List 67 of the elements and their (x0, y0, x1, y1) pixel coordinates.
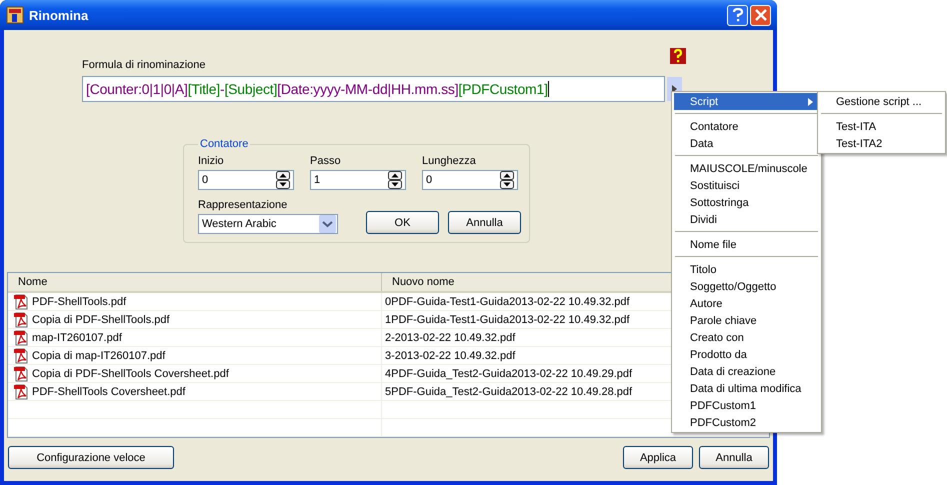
new-file-name: 4PDF-Guida_Test2-Guida2013-02-22 10.49.29.pdf (385, 368, 632, 380)
menu-item[interactable]: Test-ITA2 (820, 135, 943, 152)
field-label: Inizio (198, 154, 225, 168)
menu-item[interactable]: Parole chiave (674, 312, 819, 329)
menu-item[interactable]: Gestione script ... (820, 93, 943, 110)
field-label: Lunghezza (422, 154, 477, 168)
close-button[interactable] (750, 4, 771, 26)
menu-item[interactable]: Data di creazione (674, 363, 819, 380)
spinner-icon[interactable] (500, 171, 514, 189)
menu-item[interactable]: PDFCustom1 (674, 397, 819, 414)
file-name: Copia di PDF-ShellTools.pdf (32, 314, 170, 326)
file-name: PDF-ShellTools Coversheet.pdf (32, 386, 186, 398)
cancel-button[interactable]: Annulla (448, 211, 521, 234)
help-icon[interactable] (670, 48, 686, 64)
cancel-button[interactable]: Annulla (699, 446, 769, 469)
quick-config-button[interactable]: Configurazione veloce (8, 446, 174, 469)
number-field[interactable]: 0 (198, 170, 294, 190)
formula-field[interactable]: [Counter:0|1|0|A][Title]-[Subject][Date:yyyy-MM-dd|HH.mm.ss][PDFCustom1] (82, 76, 665, 102)
field-label: Rappresentazione (198, 198, 288, 212)
spinner-icon[interactable] (388, 171, 402, 189)
formula-label: Formula di rinominazione (82, 58, 206, 72)
menu-item[interactable]: Sostituisci (674, 177, 819, 194)
menu-item[interactable]: Sottostringa (674, 194, 819, 211)
menu-item[interactable]: Dividi (674, 211, 819, 228)
menu-item[interactable]: Test-ITA (820, 118, 943, 135)
pdf-file-icon (13, 366, 29, 382)
menu-item[interactable]: Contatore (674, 118, 819, 135)
pdf-file-icon (13, 348, 29, 364)
help-button[interactable] (727, 4, 748, 26)
menu-item[interactable]: Creato con (674, 329, 819, 346)
file-name: Copia di map-IT260107.pdf (32, 350, 166, 362)
number-field[interactable]: 1 (310, 170, 406, 190)
column-header[interactable]: Nome (8, 273, 382, 291)
apply-button[interactable]: Applica (623, 446, 693, 469)
field-label: Passo (310, 154, 342, 168)
menu-item[interactable]: Data (674, 135, 819, 152)
representation-dropdown[interactable]: Western Arabic (198, 214, 338, 234)
menu-item[interactable]: Nome file (674, 236, 819, 253)
pdf-file-icon (13, 384, 29, 400)
menu-item[interactable]: Titolo (674, 261, 819, 278)
spinner-icon[interactable] (276, 171, 290, 189)
pdf-file-icon (13, 330, 29, 346)
menu-item[interactable]: Prodotto da (674, 346, 819, 363)
pdf-file-icon (13, 312, 29, 328)
window-title: Rinomina (29, 8, 88, 22)
group-title: Contatore (199, 138, 250, 150)
menu-item[interactable]: Soggetto/Oggetto (674, 278, 819, 295)
close-icon[interactable] (754, 9, 766, 21)
new-file-name: 5PDF-Guida_Test2-Guida2013-02-22 10.49.28.pdf (385, 386, 632, 398)
menu-item[interactable]: PDFCustom2 (674, 414, 819, 431)
file-name: map-IT260107.pdf (32, 332, 122, 344)
menu-item[interactable]: MAIUSCOLE/minuscole (674, 160, 819, 177)
app-icon (6, 6, 24, 24)
pdf-file-icon (13, 294, 29, 310)
menu-item[interactable]: Script (674, 93, 819, 110)
number-field[interactable]: 0 (422, 170, 518, 190)
file-name: Copia di PDF-ShellTools Coversheet.pdf (32, 368, 229, 380)
file-name: PDF-ShellTools.pdf (32, 296, 126, 308)
new-file-name: 2-2013-02-22 10.49.32.pdf (385, 332, 516, 344)
ok-button[interactable]: OK (366, 211, 439, 234)
menu-item[interactable]: Autore (674, 295, 819, 312)
new-file-name: 1PDF-Guida-Test1-Guida2013-02-22 10.49.32.pdf (385, 314, 630, 326)
new-file-name: 0PDF-Guida-Test1-Guida2013-02-22 10.49.32.pdf (385, 296, 630, 308)
chevron-down-icon[interactable] (319, 215, 336, 233)
new-file-name: 3-2013-02-22 10.49.32.pdf (385, 350, 516, 362)
menu-item[interactable]: Data di ultima modifica (674, 380, 819, 397)
question-mark-icon[interactable] (732, 8, 744, 22)
